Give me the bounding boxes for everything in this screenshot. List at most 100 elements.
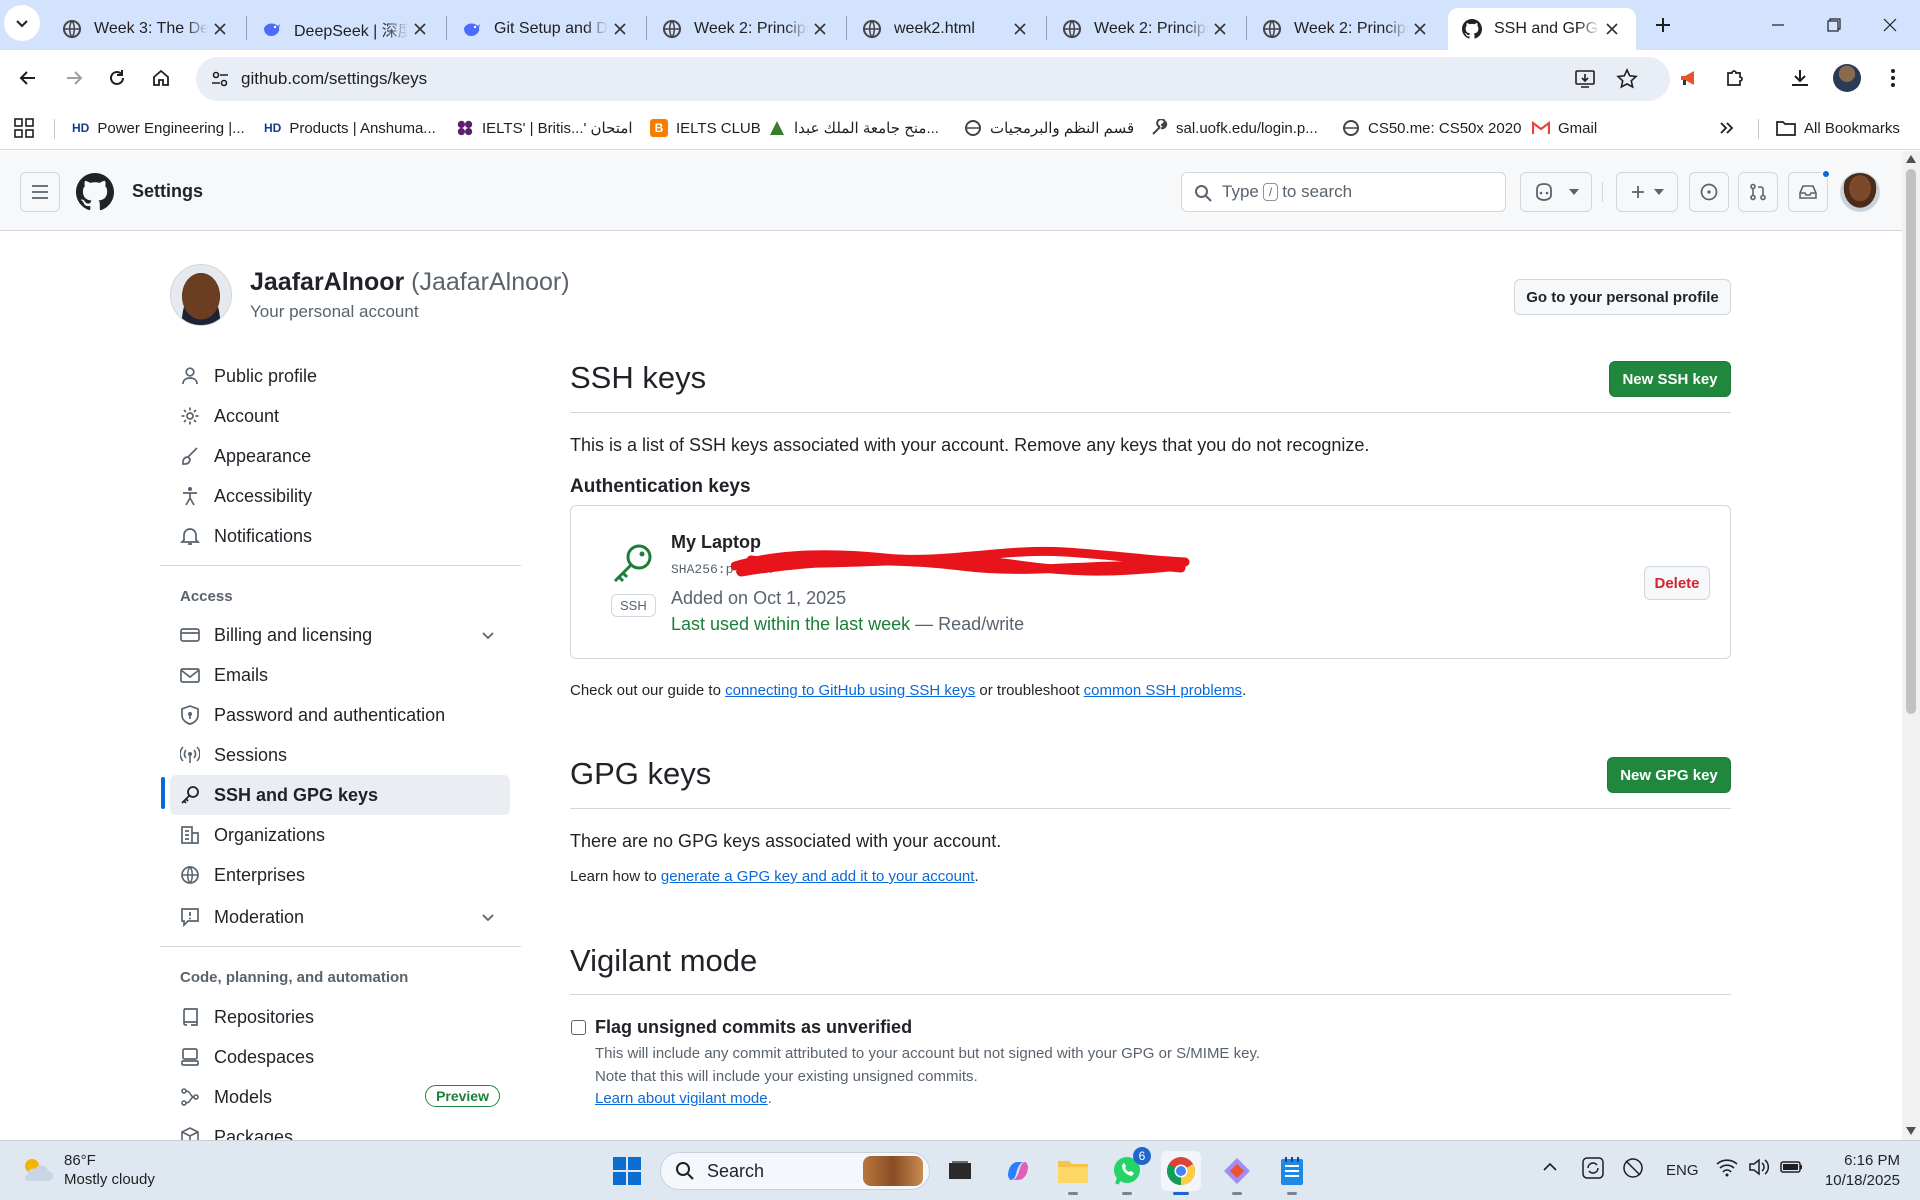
sidebar-item-emails[interactable]: Emails — [170, 655, 510, 695]
close-icon[interactable] — [608, 17, 632, 41]
input-language[interactable]: ENG — [1666, 1162, 1699, 1179]
sidebar-item-sessions[interactable]: Sessions — [170, 735, 510, 775]
sidebar-item-models[interactable]: Models Preview — [170, 1077, 510, 1117]
scrollbar-thumb[interactable] — [1906, 169, 1916, 714]
bookmark-item[interactable]: قسم النظم والبرمجيات — [964, 117, 1134, 139]
bookmark-item[interactable]: منح جامعة الملك عبدا... — [768, 117, 939, 139]
sidebar-item-moderation[interactable]: Moderation — [170, 897, 510, 937]
browser-tab[interactable]: week2.html — [848, 8, 1044, 50]
start-button[interactable] — [607, 1151, 647, 1191]
close-icon[interactable] — [808, 17, 832, 41]
apps-button[interactable] — [14, 117, 34, 139]
create-new-button[interactable] — [1616, 172, 1678, 212]
profile-name[interactable]: JaafarAlnoor — [250, 268, 404, 296]
sidebar-item-billing[interactable]: Billing and licensing — [170, 615, 510, 655]
taskbar-copilot[interactable] — [998, 1151, 1038, 1191]
scroll-down-icon[interactable] — [1906, 1127, 1916, 1135]
system-clock[interactable]: 6:16 PM 10/18/2025 — [1810, 1151, 1900, 1191]
bookmark-item[interactable]: IELTS' | Britis...' امتحان — [456, 117, 633, 139]
bookmark-item[interactable]: Gmail — [1532, 117, 1597, 139]
reload-button[interactable] — [97, 58, 137, 98]
new-ssh-key-button[interactable]: New SSH key — [1609, 361, 1731, 397]
close-icon[interactable] — [408, 17, 432, 41]
ssh-problems-link[interactable]: common SSH problems — [1084, 682, 1242, 699]
user-avatar[interactable] — [1840, 172, 1880, 212]
downloads-button[interactable] — [1780, 58, 1820, 98]
more-bookmarks-button[interactable] — [1718, 117, 1734, 139]
github-logo-icon[interactable] — [76, 173, 114, 211]
browser-tab[interactable]: Week 2: Principle — [648, 8, 844, 50]
ssh-guide-link[interactable]: connecting to GitHub using SSH keys — [725, 682, 975, 699]
taskbar-whatsapp[interactable]: 6 — [1107, 1147, 1151, 1195]
close-icon[interactable] — [1408, 17, 1432, 41]
sidebar-item-enterprises[interactable]: Enterprises — [170, 855, 510, 895]
quick-settings[interactable] — [1716, 1157, 1804, 1177]
gpg-learn-link[interactable]: generate a GPG key and add it to your ac… — [661, 868, 975, 885]
new-gpg-key-button[interactable]: New GPG key — [1607, 757, 1731, 793]
chrome-profile-button[interactable] — [1827, 58, 1867, 98]
vigilant-learn-link[interactable]: Learn about vigilant mode — [595, 1090, 768, 1107]
extension-megaphone-button[interactable] — [1670, 58, 1710, 98]
close-window-button[interactable] — [1862, 0, 1918, 50]
scroll-up-icon[interactable] — [1906, 155, 1916, 163]
close-icon[interactable] — [1008, 17, 1032, 41]
bookmark-item[interactable]: sal.uofk.edu/login.p... — [1150, 117, 1318, 139]
taskbar-git-app[interactable] — [1217, 1151, 1257, 1195]
sidebar-item-accessibility[interactable]: Accessibility — [170, 476, 510, 516]
close-icon[interactable] — [1208, 17, 1232, 41]
taskbar-file-explorer[interactable] — [1053, 1151, 1093, 1195]
taskbar-search[interactable]: Search — [660, 1152, 930, 1190]
sidebar-item-packages[interactable]: Packages — [170, 1117, 510, 1140]
inbox-button[interactable] — [1788, 169, 1831, 212]
site-info-icon[interactable] — [210, 69, 230, 89]
all-bookmarks-button[interactable]: All Bookmarks — [1776, 117, 1900, 139]
sync-tray-icon[interactable] — [1582, 1157, 1604, 1179]
sidebar-item-password-auth[interactable]: Password and authentication — [170, 695, 510, 735]
vigilant-mode-checkbox[interactable] — [571, 1020, 586, 1035]
bookmark-item[interactable]: CS50.me: CS50x 2020 — [1342, 117, 1521, 139]
browser-tab-active[interactable]: SSH and GPG ke — [1448, 8, 1636, 50]
sidebar-item-organizations[interactable]: Organizations — [170, 815, 510, 855]
extensions-button[interactable] — [1715, 58, 1755, 98]
forward-button[interactable] — [54, 58, 94, 98]
sidebar-item-notifications[interactable]: Notifications — [170, 516, 510, 556]
header-title[interactable]: Settings — [132, 181, 203, 202]
sidebar-item-repositories[interactable]: Repositories — [170, 997, 510, 1037]
restore-button[interactable] — [1806, 0, 1862, 50]
install-app-icon[interactable] — [1574, 68, 1596, 90]
sidebar-item-account[interactable]: Account — [170, 396, 510, 436]
page-scrollbar[interactable] — [1902, 151, 1920, 1140]
search-input[interactable]: Type / to search — [1181, 172, 1506, 212]
sidebar-item-appearance[interactable]: Appearance — [170, 436, 510, 476]
browser-tab[interactable]: Week 2: Principle — [1048, 8, 1244, 50]
close-icon[interactable] — [208, 17, 232, 41]
star-icon[interactable] — [1616, 68, 1638, 90]
focus-tray-icon[interactable] — [1622, 1157, 1644, 1179]
address-bar[interactable]: github.com/settings/keys — [196, 57, 1670, 101]
minimize-button[interactable] — [1750, 0, 1806, 50]
taskbar-notepad[interactable] — [1272, 1151, 1312, 1195]
browser-tab[interactable]: Git Setup and Do — [448, 8, 644, 50]
bookmark-item[interactable]: HD Products | Anshuma... — [264, 117, 436, 139]
sidebar-item-public-profile[interactable]: Public profile — [170, 356, 510, 396]
browser-tab[interactable]: DeepSeek | 深度 — [248, 8, 444, 50]
show-hidden-icons[interactable] — [1542, 1159, 1558, 1175]
sidebar-item-codespaces[interactable]: Codespaces — [170, 1037, 510, 1077]
copilot-button[interactable] — [1520, 172, 1592, 212]
issues-button[interactable] — [1689, 172, 1729, 212]
bookmark-item[interactable]: HD Power Engineering |... — [72, 117, 245, 139]
back-button[interactable] — [8, 58, 48, 98]
taskbar-task-view[interactable] — [940, 1151, 980, 1191]
vigilant-mode-label[interactable]: Flag unsigned commits as unverified — [595, 1017, 912, 1038]
open-menu-button[interactable] — [20, 172, 60, 212]
go-to-profile-button[interactable]: Go to your personal profile — [1514, 279, 1731, 315]
new-tab-button[interactable] — [1643, 5, 1683, 45]
home-button[interactable] — [141, 58, 181, 98]
sidebar-item-ssh-gpg-keys[interactable]: SSH and GPG keys — [170, 775, 510, 815]
close-icon[interactable] — [1600, 17, 1624, 41]
bookmark-item[interactable]: B IELTS CLUB — [650, 117, 761, 139]
pull-requests-button[interactable] — [1738, 172, 1778, 212]
delete-ssh-key-button[interactable]: Delete — [1644, 566, 1710, 600]
weather-widget[interactable]: 86°F Mostly cloudy — [20, 1151, 155, 1189]
taskbar-chrome[interactable] — [1161, 1151, 1201, 1195]
